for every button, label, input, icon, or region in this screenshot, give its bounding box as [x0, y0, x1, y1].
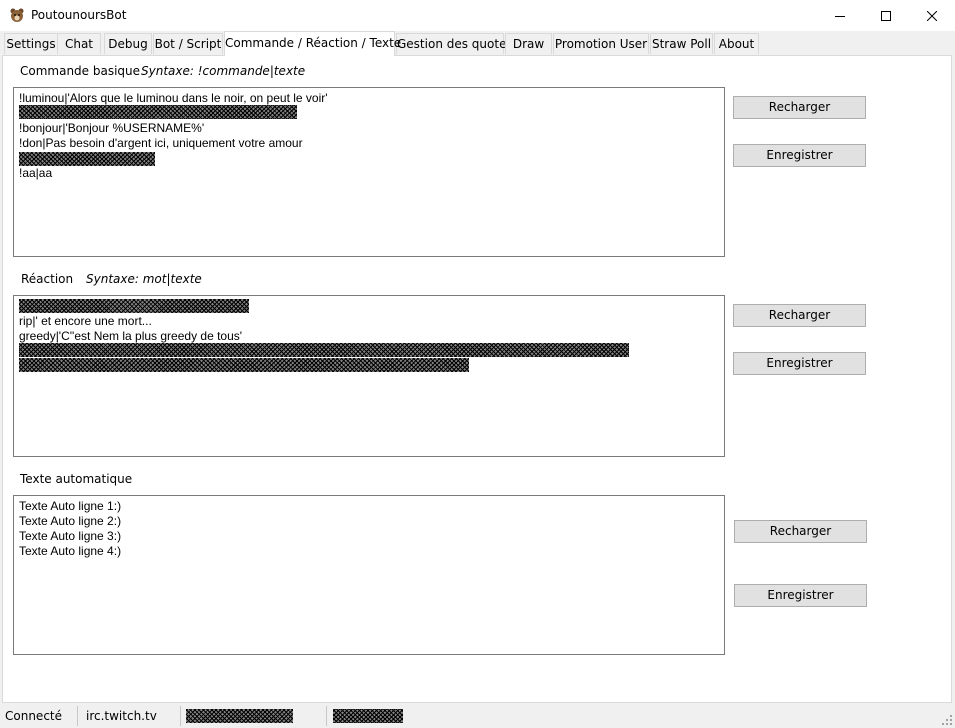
tab-commande-reaction-texte[interactable]: Commande / Réaction / Texte — [224, 31, 401, 56]
commande-label: Commande basique — [20, 64, 141, 78]
tab-promotion-user[interactable]: Promotion User — [553, 33, 649, 54]
texte-auto-line: Texte Auto ligne 2:) — [19, 514, 122, 528]
redacted-status — [333, 709, 403, 723]
commande-textarea[interactable]: !luminou|'Alors que le luminou dans le n… — [13, 87, 725, 257]
reaction-save-button[interactable]: Enregistrer — [733, 352, 866, 375]
tab-settings[interactable]: Settings — [4, 33, 58, 54]
texte-auto-textarea[interactable]: Texte Auto ligne 1:) Texte Auto ligne 2:… — [13, 495, 725, 655]
maximize-icon — [881, 10, 891, 21]
tab-straw-poll[interactable]: Straw Poll — [650, 33, 713, 54]
texte-auto-label: Texte automatique — [20, 472, 133, 486]
texte-auto-reload-button[interactable]: Recharger — [734, 520, 867, 543]
connection-status: Connecté — [5, 709, 62, 723]
window-title: PoutounoursBot — [31, 8, 127, 22]
commande-line: !luminou|'Alors que le luminou dans le n… — [19, 91, 328, 105]
minimize-button[interactable] — [817, 0, 863, 31]
resize-grip-icon[interactable] — [942, 715, 952, 725]
tab-bot-script[interactable]: Bot / Script — [153, 33, 223, 54]
commande-syntax-hint: Syntaxe: !commande|texte — [141, 64, 306, 78]
tab-debug[interactable]: Debug — [104, 33, 152, 54]
texte-auto-line: Texte Auto ligne 3:) — [19, 529, 122, 543]
reaction-textarea[interactable]: rip|' et encore une mort... greedy|'C''e… — [13, 295, 725, 457]
status-separator — [180, 706, 181, 726]
commande-reload-button[interactable]: Recharger — [733, 96, 866, 119]
reaction-reload-button[interactable]: Recharger — [733, 304, 866, 327]
tab-gestion-quotes[interactable]: Gestion des quotes — [396, 33, 513, 54]
reaction-line: rip|' et encore une mort... — [19, 314, 152, 328]
reaction-label: Réaction — [21, 272, 74, 286]
reaction-syntax-hint: Syntaxe: mot|texte — [86, 272, 202, 286]
texte-auto-line: Texte Auto ligne 1:) — [19, 499, 122, 513]
commande-save-button[interactable]: Enregistrer — [733, 144, 866, 167]
commande-line: !bonjour|'Bonjour %USERNAME%' — [19, 121, 205, 135]
minimize-icon — [835, 15, 845, 17]
tab-draw[interactable]: Draw — [505, 33, 552, 54]
tab-about[interactable]: About — [714, 33, 759, 54]
commande-line: !don|Pas besoin d'argent ici, uniquement… — [19, 136, 303, 150]
texte-auto-line: Texte Auto ligne 4:) — [19, 544, 122, 558]
redacted-line — [19, 358, 469, 372]
maximize-button[interactable] — [863, 0, 909, 31]
server-status: irc.twitch.tv — [86, 709, 157, 723]
reaction-line: greedy|'C''est Nem la plus greedy de tou… — [19, 329, 243, 343]
close-button[interactable] — [909, 0, 955, 31]
texte-auto-save-button[interactable]: Enregistrer — [734, 584, 867, 607]
status-separator — [326, 706, 327, 726]
title-bar: PoutounoursBot — [0, 0, 955, 31]
redacted-line — [19, 343, 629, 357]
status-separator — [77, 706, 78, 726]
close-icon — [927, 10, 937, 21]
tab-chat[interactable]: Chat — [57, 33, 101, 54]
redacted-line — [19, 105, 297, 119]
commande-line: !aa|aa — [19, 166, 53, 180]
redacted-line — [19, 299, 249, 313]
redacted-status — [186, 709, 293, 723]
redacted-line — [19, 152, 155, 166]
bear-icon — [10, 8, 24, 22]
